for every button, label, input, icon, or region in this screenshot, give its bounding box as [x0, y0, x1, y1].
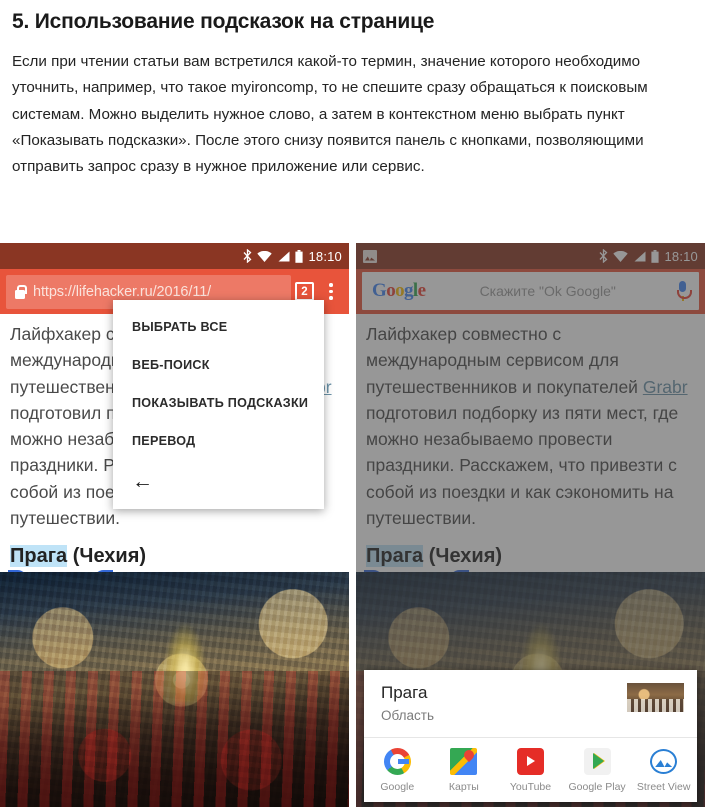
- screenshots-row: 18:10 https://lifehacker.ru/2016/11/ 2 Л…: [0, 243, 706, 807]
- left-status-bar: 18:10: [0, 243, 349, 269]
- left-phone-screenshot: 18:10 https://lifehacker.ru/2016/11/ 2 Л…: [0, 243, 349, 807]
- lock-icon: [14, 284, 27, 299]
- page-title: 5. Использование подсказок на странице: [12, 10, 435, 33]
- menu-item-show-hints[interactable]: ПОКАЗЫВАТЬ ПОДСКАЗКИ: [113, 384, 324, 422]
- app-shortcut-google[interactable]: Google: [364, 748, 431, 793]
- google-icon: [383, 748, 411, 775]
- street-view-icon: [650, 748, 678, 775]
- bluetooth-icon: [243, 249, 252, 263]
- app-shortcut-maps[interactable]: Карты: [431, 748, 498, 793]
- prague-thumbnail: [627, 682, 684, 712]
- tab-counter-button[interactable]: 2: [295, 282, 314, 301]
- battery-icon: [295, 249, 304, 263]
- signal-icon: [278, 251, 290, 261]
- app-label: Google Play: [568, 781, 626, 793]
- card-text-block: Прага Область: [381, 683, 434, 723]
- url-text: https://lifehacker.ru/2016/11/: [33, 283, 212, 300]
- youtube-icon: [516, 748, 544, 775]
- card-app-row: Google Карты YouTube Google Play Street …: [364, 737, 697, 802]
- app-label: Street View: [636, 781, 691, 793]
- now-on-tap-card: Прага Область Google Карты YouTube Googl…: [364, 669, 697, 802]
- card-title: Прага: [381, 682, 428, 702]
- wifi-icon: [257, 250, 273, 262]
- left-section-heading: Прага (Чехия): [0, 531, 349, 568]
- menu-item-select-all[interactable]: ВЫБРАТЬ ВСЕ: [113, 308, 324, 346]
- app-label: Google: [380, 781, 415, 793]
- menu-item-translate[interactable]: ПЕРЕВОД: [113, 422, 324, 460]
- article-paragraph: Если при чтении статьи вам встретился ка…: [12, 53, 648, 175]
- christmas-tree-lights: [164, 623, 207, 702]
- text-selection-context-menu: ВЫБРАТЬ ВСЕ ВЕБ-ПОИСК ПОКАЗЫВАТЬ ПОДСКАЗ…: [113, 300, 324, 509]
- google-play-icon: [583, 748, 611, 775]
- card-subtitle: Область: [381, 708, 434, 723]
- menu-item-web-search[interactable]: ВЕБ-ПОИСК: [113, 346, 324, 384]
- back-arrow-icon[interactable]: ←: [113, 460, 324, 503]
- right-phone-screenshot: 18:10 Google Скажите "Ok Google" Лайфхак…: [356, 243, 705, 807]
- app-label: YouTube: [509, 781, 552, 793]
- selected-word[interactable]: Прага: [10, 545, 68, 567]
- prague-christmas-market-photo: [0, 572, 349, 807]
- app-shortcut-google-play[interactable]: Google Play: [564, 748, 631, 793]
- card-header[interactable]: Прага Область: [364, 670, 697, 737]
- google-maps-icon: [450, 748, 478, 775]
- app-shortcut-youtube[interactable]: YouTube: [497, 748, 564, 793]
- app-label: Карты: [448, 781, 479, 793]
- kebab-menu-icon[interactable]: [322, 283, 340, 300]
- left-status-clock: 18:10: [308, 248, 342, 264]
- heading-rest: (Чехия): [67, 545, 147, 567]
- page-root: 5. Использование подсказок на странице Е…: [0, 0, 706, 807]
- left-status-right: 18:10: [243, 249, 342, 264]
- app-shortcut-street-view[interactable]: Street View: [630, 748, 697, 793]
